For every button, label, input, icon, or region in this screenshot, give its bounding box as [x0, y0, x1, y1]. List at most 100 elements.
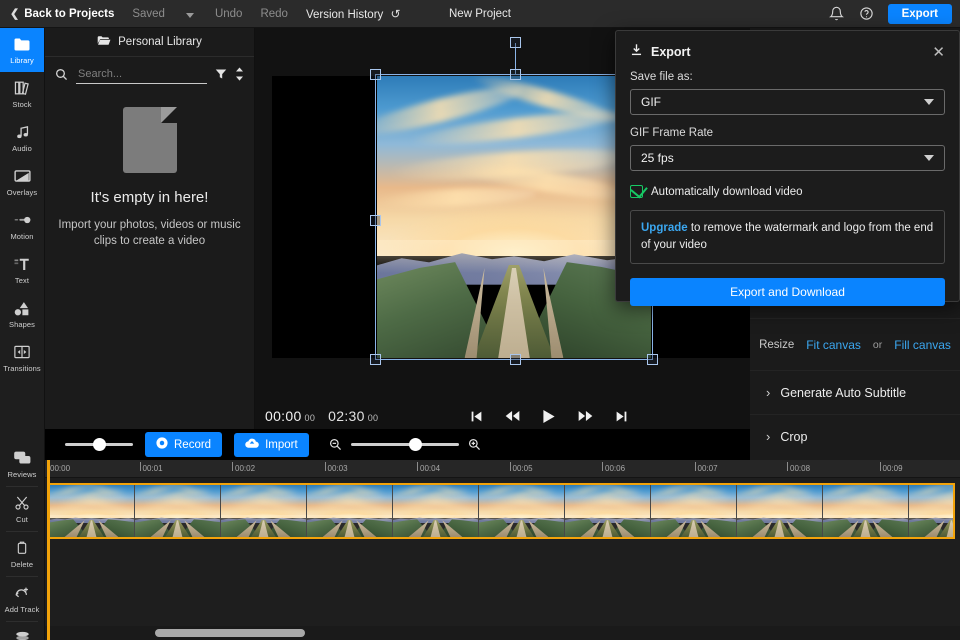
search-input[interactable] — [76, 65, 207, 84]
timeline-zoom-controls — [329, 438, 481, 451]
clock-rotate-icon: ↺ — [390, 6, 401, 21]
version-history-button[interactable]: Version History ↺ — [297, 7, 410, 21]
books-icon — [13, 80, 31, 97]
crop-row[interactable]: › Crop — [750, 414, 960, 458]
rotate-handle[interactable] — [510, 37, 521, 48]
sidebar-label: Transitions — [3, 363, 41, 373]
upgrade-link[interactable]: Upgrade — [641, 222, 688, 234]
resize-label: Resize — [759, 338, 795, 351]
transitions-icon — [13, 344, 31, 361]
library-panel: Personal Library Search... It's empty in… — [45, 28, 255, 460]
import-button[interactable]: Import — [234, 432, 309, 457]
timeline-clip[interactable] — [47, 483, 955, 539]
timeline-ruler[interactable]: 00:00 00:01 00:02 00:03 00:04 00:05 00:06 00:07… — [45, 460, 960, 478]
saved-status: Saved — [132, 7, 165, 20]
auto-download-label: Automatically download video — [651, 185, 803, 198]
crop-label: Crop — [780, 429, 808, 444]
rail-tool-tracks[interactable]: Tracks — [0, 622, 44, 640]
cloud-upload-icon — [245, 438, 259, 452]
rail-tool-label: Delete — [10, 559, 34, 569]
skip-end-icon[interactable] — [615, 410, 628, 423]
sidebar-item-library[interactable]: Library — [0, 28, 44, 72]
text-t-icon — [13, 256, 31, 273]
clip-thumbnail — [221, 485, 307, 537]
top-bar-left-group: ❮ Back to Projects Saved Undo Redo Versi… — [0, 5, 410, 23]
export-dialog: Export ✕ Save file as: GIF GIF Frame Rat… — [615, 30, 960, 306]
magnifier-minus-icon[interactable] — [329, 438, 342, 451]
version-history-label: Version History — [305, 8, 384, 21]
trash-icon — [15, 540, 29, 557]
top-bar: ❮ Back to Projects Saved Undo Redo Versi… — [0, 0, 960, 28]
auto-download-checkbox-row[interactable]: Automatically download video — [630, 185, 945, 198]
playhead[interactable] — [47, 460, 50, 640]
sidebar-label: Shapes — [8, 319, 36, 329]
record-button[interactable]: Record — [145, 432, 223, 457]
save-file-as-select[interactable]: GIF — [630, 89, 945, 115]
ruler-tick: 00:08 — [787, 462, 810, 473]
save-file-as-label: Save file as: — [630, 71, 693, 83]
export-dialog-header: Export ✕ — [616, 31, 959, 61]
record-dot-icon — [156, 437, 168, 452]
redo-button[interactable]: Redo — [251, 8, 297, 20]
play-icon[interactable] — [542, 409, 556, 424]
sidebar-label: Text — [14, 275, 30, 285]
export-and-download-button[interactable]: Export and Download — [630, 278, 945, 306]
video-canvas-image[interactable] — [377, 76, 651, 358]
sidebar-item-motion[interactable]: Motion — [0, 204, 44, 248]
add-track-icon — [14, 585, 31, 602]
export-button[interactable]: Export — [887, 3, 952, 24]
empty-state-title: It's empty in here! — [90, 189, 209, 206]
sidebar-label: Audio — [12, 143, 32, 153]
rail-tool-cut[interactable]: Cut — [0, 487, 44, 531]
timeline-horizontal-scrollbar[interactable] — [155, 629, 305, 637]
clip-thumbnail — [909, 485, 953, 537]
sidebar-item-stock[interactable]: Stock — [0, 72, 44, 116]
frame-rate-select[interactable]: 25 fps — [630, 145, 945, 171]
rail-tool-delete[interactable]: Delete — [0, 532, 44, 576]
fast-forward-icon[interactable] — [578, 410, 593, 422]
notifications-button[interactable] — [822, 0, 852, 28]
speech-bubbles-icon — [13, 450, 32, 467]
ruler-tick: 00:00 — [47, 462, 70, 473]
export-dialog-title: Export — [651, 45, 691, 59]
sidebar-item-transitions[interactable]: Transitions — [0, 336, 44, 380]
music-note-icon — [14, 124, 31, 141]
sidebar-item-overlays[interactable]: Overlays — [0, 160, 44, 204]
ruler-tick: 00:02 — [232, 462, 255, 473]
sidebar-item-audio[interactable]: Audio — [0, 116, 44, 160]
sort-updown-icon[interactable] — [235, 67, 244, 81]
fit-canvas-button[interactable]: Fit canvas — [806, 338, 861, 352]
undo-button[interactable]: Undo — [206, 8, 252, 20]
sidebar-item-text[interactable]: Text — [0, 248, 44, 292]
video-editor-app: ❮ Back to Projects Saved Undo Redo Versi… — [0, 0, 960, 640]
funnel-icon[interactable] — [215, 68, 227, 80]
folder-icon — [13, 36, 31, 53]
motion-icon — [13, 212, 32, 229]
fill-canvas-button[interactable]: Fill canvas — [894, 338, 951, 352]
help-button[interactable] — [852, 0, 882, 28]
search-icon — [55, 68, 68, 81]
library-search-row — [45, 57, 254, 91]
rewind-icon[interactable] — [505, 410, 520, 422]
chevron-right-icon: › — [766, 429, 771, 444]
magnifier-plus-icon[interactable] — [468, 438, 481, 451]
close-icon[interactable]: ✕ — [932, 45, 945, 60]
checkmark-icon — [630, 185, 643, 198]
transport-controls — [470, 409, 628, 424]
personal-library-header[interactable]: Personal Library — [45, 28, 254, 57]
volume-slider[interactable] — [65, 438, 133, 451]
document-placeholder-icon — [122, 107, 177, 173]
sidebar-item-shapes[interactable]: Shapes — [0, 292, 44, 336]
generate-auto-subtitle-row[interactable]: › Generate Auto Subtitle — [750, 370, 960, 414]
ruler-tick: 00:09 — [879, 462, 903, 473]
shapes-icon — [13, 300, 31, 317]
rail-tool-label: Cut — [16, 514, 28, 524]
back-to-projects-button[interactable]: ❮ Back to Projects — [8, 7, 123, 21]
rail-tool-reviews[interactable]: Reviews — [0, 442, 44, 486]
skip-start-icon[interactable] — [470, 410, 483, 423]
timeline-zoom-slider[interactable] — [350, 438, 459, 451]
rail-tool-add-track[interactable]: Add Track — [0, 577, 44, 621]
saved-dropdown-button[interactable] — [174, 5, 206, 23]
timeline-tracks[interactable] — [45, 478, 960, 640]
sidebar-label: Stock — [12, 99, 32, 109]
